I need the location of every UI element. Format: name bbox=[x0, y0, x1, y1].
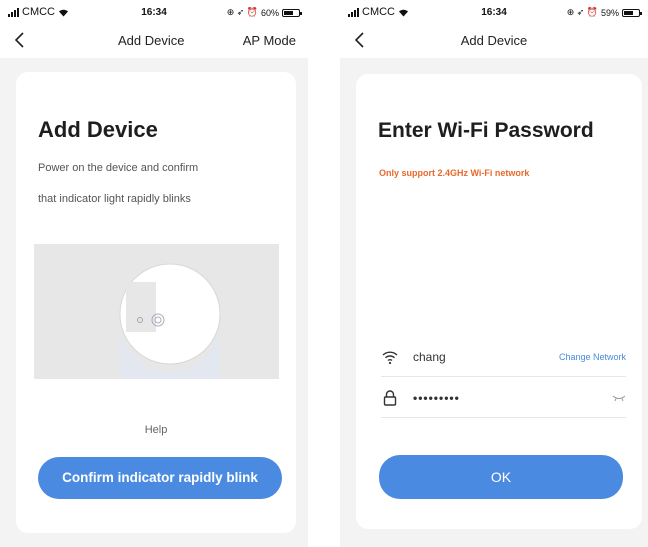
ap-mode-button[interactable]: AP Mode bbox=[243, 33, 296, 48]
add-device-card: Add Device Power on the device and confi… bbox=[16, 72, 296, 533]
confirm-blink-button[interactable]: Confirm indicator rapidly blink bbox=[38, 457, 282, 499]
battery-icon bbox=[282, 8, 302, 17]
status-bar: CMCC 16:34 ⊕ ➶ ⏰ 59% bbox=[340, 0, 648, 24]
description-line-2: that indicator light rapidly blinks bbox=[38, 193, 191, 205]
nav-title: Add Device bbox=[118, 33, 185, 48]
phone-screen-wifi-password: CMCC 16:34 ⊕ ➶ ⏰ 59% Add Device Enter Wi… bbox=[340, 0, 648, 547]
description-line-1: Power on the device and confirm bbox=[38, 162, 199, 174]
divider bbox=[381, 417, 626, 418]
wifi-icon bbox=[382, 351, 398, 365]
device-illustration bbox=[34, 244, 279, 379]
battery-icon bbox=[622, 8, 642, 17]
wifi-band-warning: Only support 2.4GHz Wi-Fi network bbox=[379, 168, 530, 178]
ssid-value: chang bbox=[413, 350, 446, 364]
eye-closed-icon[interactable] bbox=[612, 394, 626, 402]
change-network-link[interactable]: Change Network bbox=[559, 352, 626, 362]
battery-percent: 59% bbox=[600, 7, 619, 18]
ok-button[interactable]: OK bbox=[379, 455, 623, 499]
status-right: ⊕ ➶ ⏰ 60% bbox=[226, 7, 302, 18]
phone-screen-add-device: CMCC 16:34 ⊕ ➶ ⏰ 60% Add Device AP Mode … bbox=[0, 0, 308, 547]
password-input[interactable]: ••••••••• bbox=[413, 391, 612, 405]
battery-percent: 60% bbox=[260, 7, 279, 18]
wifi-network-row: chang Change Network bbox=[381, 343, 626, 371]
status-bar: CMCC 16:34 ⊕ ➶ ⏰ 60% bbox=[0, 0, 308, 24]
page-title: Add Device bbox=[38, 117, 158, 142]
divider bbox=[381, 376, 626, 377]
lock-icon bbox=[383, 390, 397, 406]
back-chevron-icon[interactable] bbox=[10, 29, 32, 51]
smart-plug-icon bbox=[119, 263, 221, 379]
battery-fill bbox=[624, 10, 633, 15]
battery-fill bbox=[284, 10, 293, 15]
nav-title: Add Device bbox=[460, 33, 528, 48]
location-icon: ⊕ ➶ ⏰ bbox=[566, 7, 598, 17]
nav-bar: Add Device bbox=[340, 24, 648, 58]
location-icon: ⊕ ➶ ⏰ bbox=[226, 7, 258, 17]
nav-bar: Add Device AP Mode bbox=[0, 24, 308, 58]
help-link[interactable]: Help bbox=[16, 424, 296, 436]
page-title: Enter Wi-Fi Password bbox=[378, 119, 594, 142]
wifi-password-card: Enter Wi-Fi Password Only support 2.4GHz… bbox=[356, 74, 642, 529]
password-row[interactable]: ••••••••• bbox=[381, 384, 626, 412]
status-right: ⊕ ➶ ⏰ 59% bbox=[566, 7, 642, 18]
